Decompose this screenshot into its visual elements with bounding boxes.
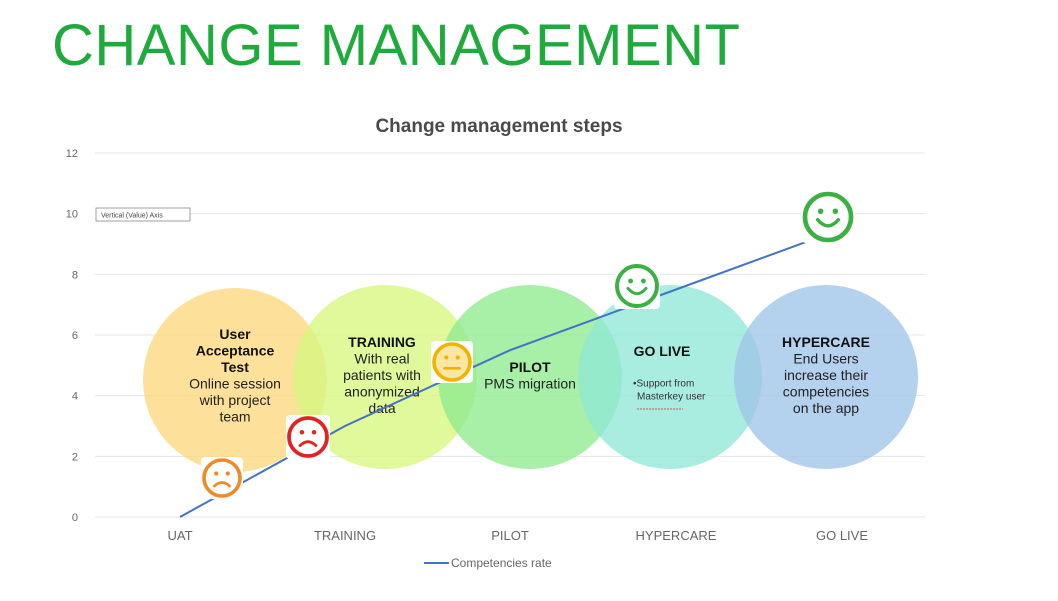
face-outline xyxy=(432,342,472,382)
step-title: User xyxy=(219,326,251,342)
face-outline xyxy=(287,416,329,458)
y-axis-ticks: 0 2 4 6 8 10 12 xyxy=(66,148,78,524)
face-eye xyxy=(641,278,646,284)
sad-face-icon xyxy=(286,415,330,459)
face-outline xyxy=(202,458,242,498)
x-axis-categories: UAT TRAINING PILOT HYPERCARE GO LIVE xyxy=(167,528,868,543)
face-outline xyxy=(615,264,659,308)
y-tick-label: 2 xyxy=(72,451,78,463)
step-body: Masterkey user xyxy=(637,392,706,403)
change-management-chart: Change management steps 0 2 4 6 8 10 12 Vertic… xyxy=(66,116,925,570)
happy-face-icon xyxy=(614,263,660,309)
x-category-label: GO LIVE xyxy=(816,528,868,543)
step-body: competencies xyxy=(783,384,869,400)
step-body: patients with xyxy=(343,367,421,383)
face-outline xyxy=(802,191,854,243)
y-tick-label: 6 xyxy=(72,330,78,342)
y-tick-label: 8 xyxy=(72,269,78,281)
face-eye xyxy=(628,278,633,284)
sad-face-icon xyxy=(201,457,243,499)
face-eye xyxy=(455,355,460,360)
step-title: HYPERCARE xyxy=(782,334,870,350)
step-circles: UserAcceptanceTestOnline sessionwith pro… xyxy=(143,285,918,472)
y-tick-label: 4 xyxy=(72,391,78,403)
step-title: GO LIVE xyxy=(634,343,691,359)
y-tick-label: 0 xyxy=(72,512,78,524)
chart-title: Change management steps xyxy=(375,116,622,137)
step-body: with project xyxy=(199,392,271,408)
step-5: HYPERCAREEnd Usersincrease theircompeten… xyxy=(734,285,918,469)
face-eye xyxy=(817,208,824,215)
step-body: team xyxy=(219,409,250,425)
step-body: Online session xyxy=(189,376,281,392)
x-category-label: UAT xyxy=(167,528,192,543)
y-tick-label: 12 xyxy=(66,148,78,160)
axis-tooltip: Vertical (Value) Axis xyxy=(95,207,191,222)
step-body: PMS migration xyxy=(484,376,576,392)
legend-label: Competencies rate xyxy=(451,556,552,570)
neutral-face-icon xyxy=(431,341,473,383)
step-body: increase their xyxy=(784,367,868,383)
step-title: PILOT xyxy=(509,359,551,375)
axis-tooltip-label: Vertical (Value) Axis xyxy=(101,213,163,220)
step-title: Test xyxy=(221,359,249,375)
legend: Competencies rate xyxy=(424,556,552,570)
x-category-label: TRAINING xyxy=(314,528,376,543)
step-title: TRAINING xyxy=(348,334,416,350)
step-body: With real xyxy=(354,351,409,367)
x-category-label: PILOT xyxy=(491,528,529,543)
step-body: End Users xyxy=(793,351,858,367)
y-tick-label: 10 xyxy=(66,209,78,221)
face-eye xyxy=(832,208,839,215)
face-eye xyxy=(311,429,317,435)
x-category-label: HYPERCARE xyxy=(636,528,717,543)
step-body: •Support from xyxy=(633,379,694,390)
face-eye xyxy=(299,429,305,435)
step-body: on the app xyxy=(793,400,859,416)
face-eye xyxy=(214,471,219,476)
step-title: Acceptance xyxy=(196,343,275,359)
face-eye xyxy=(444,355,449,360)
happy-face-icon xyxy=(802,191,854,243)
face-eye xyxy=(225,471,230,476)
